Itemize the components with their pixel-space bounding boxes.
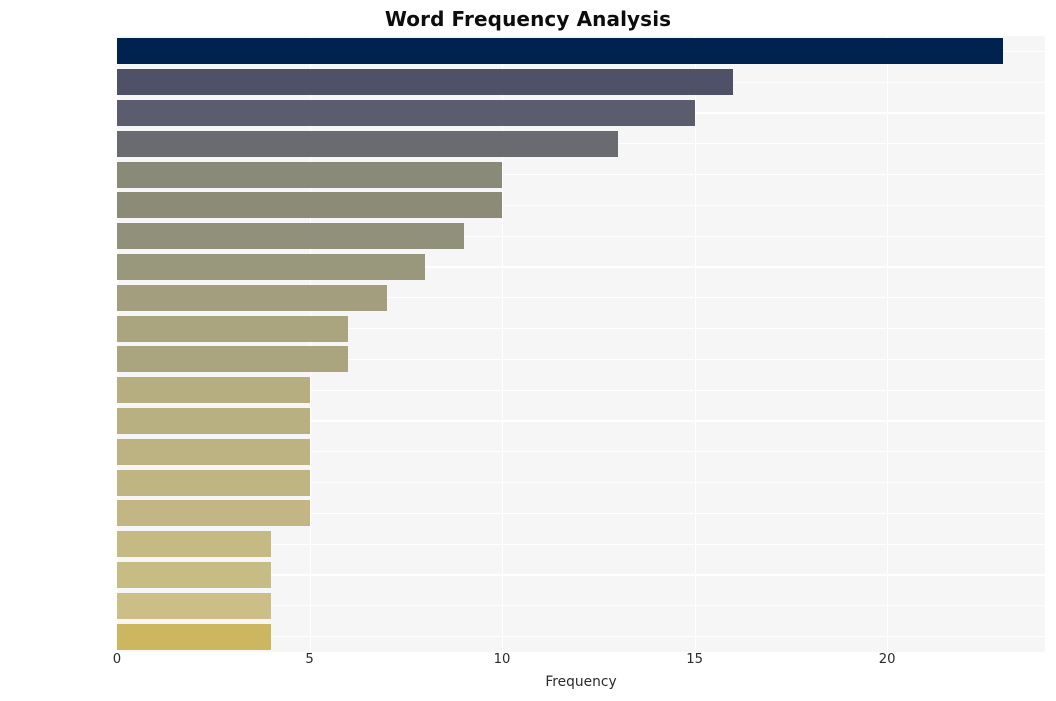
y-axis-tick-labels: rewardmodelhumanwarmhacklearnanswertrain… [0, 36, 1056, 652]
x-axis-tick-label: 5 [305, 652, 314, 667]
x-axis-tick-label: 15 [686, 652, 703, 667]
word-frequency-chart: Word Frequency Analysis rewardmodelhuman… [0, 0, 1056, 701]
x-axis-tick-label: 10 [493, 652, 511, 667]
x-axis-tick-label: 20 [878, 652, 896, 667]
x-axis-tick-label: 0 [112, 652, 122, 667]
x-axis-tick-labels: 0 5 10 15 20 [0, 652, 1056, 674]
chart-title: Word Frequency Analysis [384, 7, 672, 31]
x-axis-label: Frequency [545, 674, 617, 690]
